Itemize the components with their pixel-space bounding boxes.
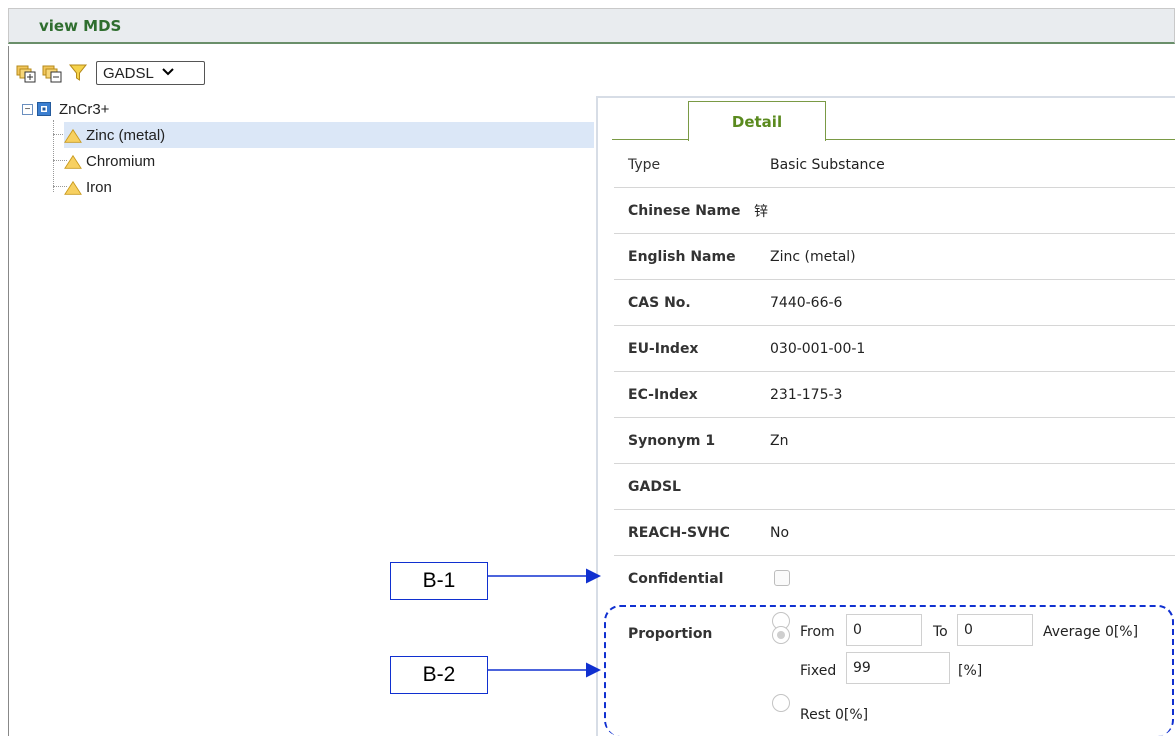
field-value: 锌 bbox=[754, 203, 768, 220]
row-ec-index: EC-Index 231-175-3 bbox=[614, 372, 1175, 418]
fixed-input[interactable]: 99 bbox=[846, 652, 950, 684]
field-value: Basic Substance bbox=[770, 156, 885, 173]
to-input[interactable]: 0 bbox=[957, 614, 1033, 646]
tree-node-label: Iron bbox=[86, 178, 112, 196]
average-text: Average 0[%] bbox=[1043, 624, 1139, 640]
tree-node-label: ZnCr3+ bbox=[59, 100, 110, 118]
expand-all-icon[interactable] bbox=[16, 63, 36, 83]
field-label: Synonym 1 bbox=[628, 432, 716, 449]
callout-b2: B-2 bbox=[390, 656, 488, 694]
row-confidential: Confidential bbox=[614, 556, 1175, 602]
row-chinese-name: Chinese Name 锌 bbox=[614, 188, 1175, 234]
callout-b1: B-1 bbox=[390, 562, 488, 600]
tree-node-iron[interactable]: Iron bbox=[64, 174, 112, 200]
tree-connector bbox=[53, 120, 54, 192]
toolbar: GADSL bbox=[16, 56, 205, 90]
row-eu-index: EU-Index 030-001-00-1 bbox=[614, 326, 1175, 372]
proportion-rest-radio[interactable] bbox=[772, 694, 790, 712]
field-label: GADSL bbox=[628, 478, 681, 495]
proportion-fixed-radio[interactable] bbox=[772, 626, 790, 644]
field-value: 030-001-00-1 bbox=[770, 340, 866, 357]
collapse-node-icon[interactable]: − bbox=[22, 103, 33, 115]
field-label: Type bbox=[628, 156, 661, 173]
warning-triangle-icon bbox=[64, 128, 82, 143]
filter-icon[interactable] bbox=[68, 63, 88, 83]
to-label: To bbox=[933, 624, 948, 640]
field-value: 231-175-3 bbox=[770, 386, 843, 403]
rest-text: Rest 0[%] bbox=[800, 707, 869, 723]
field-label: Chinese Name bbox=[628, 202, 741, 219]
field-value: Zinc (metal) bbox=[770, 248, 856, 265]
fixed-label: Fixed bbox=[800, 663, 837, 679]
confidential-checkbox[interactable] bbox=[774, 570, 790, 586]
tree-node-label: Chromium bbox=[86, 152, 156, 170]
row-english-name: English Name Zinc (metal) bbox=[614, 234, 1175, 280]
warning-triangle-icon bbox=[64, 180, 82, 195]
tree-node-zinc[interactable]: Zinc (metal) bbox=[64, 122, 594, 148]
tree-node-root[interactable]: − ZnCr3+ bbox=[22, 96, 109, 122]
field-value: No bbox=[770, 524, 790, 541]
tree-node-label: Zinc (metal) bbox=[86, 126, 166, 144]
proportion-label: Proportion bbox=[628, 626, 713, 642]
row-type: Type Basic Substance bbox=[614, 142, 1175, 188]
collapse-all-icon[interactable] bbox=[42, 63, 62, 83]
from-label: From bbox=[800, 624, 835, 640]
fixed-unit: [%] bbox=[958, 663, 983, 679]
chevron-down-icon bbox=[162, 67, 174, 79]
window-title-bar: view MDS bbox=[8, 8, 1175, 44]
row-cas-no: CAS No. 7440-66-6 bbox=[614, 280, 1175, 326]
row-synonym-1: Synonym 1 Zn bbox=[614, 418, 1175, 464]
field-label: REACH-SVHC bbox=[628, 524, 730, 541]
field-value: Zn bbox=[770, 432, 789, 449]
window-title: view MDS bbox=[39, 17, 122, 35]
standard-select[interactable]: GADSL bbox=[96, 61, 205, 85]
field-label: English Name bbox=[628, 248, 736, 265]
warning-triangle-icon bbox=[64, 154, 82, 169]
field-label: EC-Index bbox=[628, 386, 698, 403]
field-value: 7440-66-6 bbox=[770, 294, 843, 311]
row-reach-svhc: REACH-SVHC No bbox=[614, 510, 1175, 556]
tree-node-chromium[interactable]: Chromium bbox=[64, 148, 155, 174]
from-input[interactable]: 0 bbox=[846, 614, 922, 646]
mixture-icon bbox=[37, 102, 55, 116]
standard-select-value: GADSL bbox=[103, 64, 154, 82]
field-label: CAS No. bbox=[628, 294, 691, 311]
field-label: Confidential bbox=[628, 571, 724, 587]
field-label: EU-Index bbox=[628, 340, 699, 357]
row-gadsl: GADSL bbox=[614, 464, 1175, 510]
tab-detail[interactable]: Detail bbox=[688, 101, 826, 141]
